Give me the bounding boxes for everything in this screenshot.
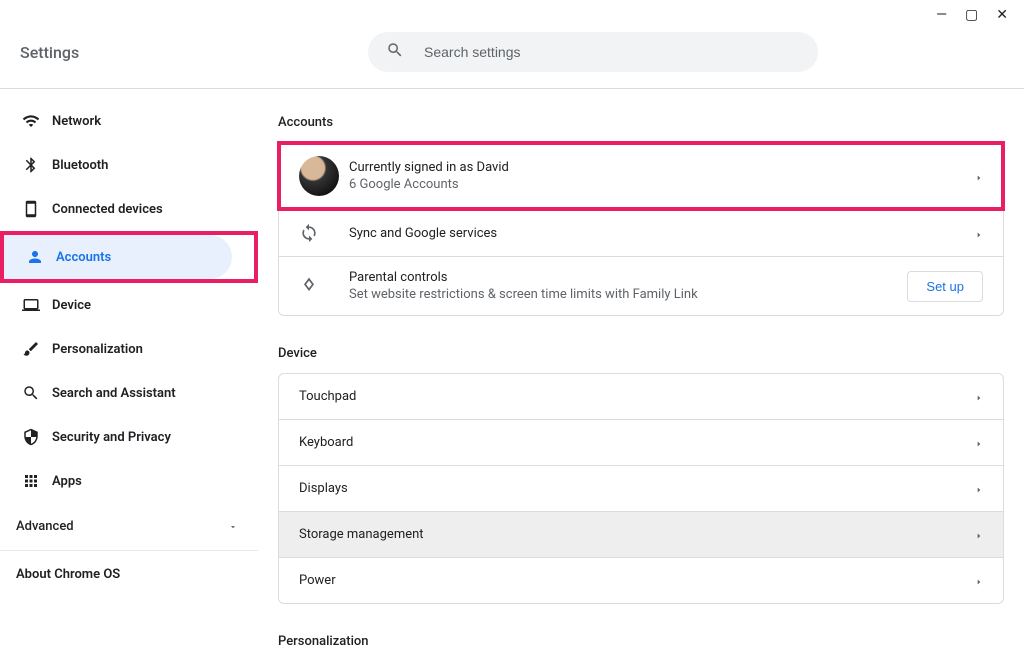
sidebar-item-personalization[interactable]: Personalization [0,327,232,371]
row-subtitle: Set website restrictions & screen time l… [349,287,897,302]
chevron-right-icon [975,479,983,498]
advanced-label: Advanced [16,519,74,534]
row-title: Sync and Google services [349,226,975,241]
search-bar[interactable] [368,32,818,72]
sidebar-item-search-assistant[interactable]: Search and Assistant [0,371,232,415]
chevron-right-icon [975,571,983,590]
sidebar-item-label: Network [52,114,101,129]
maximize-button[interactable]: ▢ [965,8,978,22]
sidebar-item-apps[interactable]: Apps [0,459,232,503]
row-parental-controls[interactable]: Parental controls Set website restrictio… [279,256,1003,315]
section-title-personalization: Personalization [278,634,1004,649]
bluetooth-icon [22,156,52,174]
devices-icon [22,200,52,218]
chevron-right-icon [975,525,983,544]
page-title: Settings [20,43,368,62]
sidebar-item-label: Apps [52,474,82,489]
sidebar-item-label: Security and Privacy [52,430,171,445]
sidebar-item-bluetooth[interactable]: Bluetooth [0,143,232,187]
chevron-right-icon [975,224,983,243]
sidebar-item-label: Device [52,298,91,313]
shield-icon [22,428,52,446]
window-controls: — ▢ ✕ [0,0,1024,22]
header: Settings [0,22,1024,89]
section-title-device: Device [278,346,1004,361]
sidebar-item-connected-devices[interactable]: Connected devices [0,187,232,231]
row-title: Parental controls [349,270,897,285]
chevron-right-icon [975,167,983,186]
accounts-card: Currently signed in as David 6 Google Ac… [278,142,1004,316]
row-touchpad[interactable]: Touchpad [279,374,1003,419]
row-title: Touchpad [299,389,975,404]
set-up-button[interactable]: Set up [907,271,983,302]
row-power[interactable]: Power [279,557,1003,603]
sidebar-item-security-privacy[interactable]: Security and Privacy [0,415,232,459]
accounts-highlight: Accounts [0,231,258,283]
sidebar-item-label: Search and Assistant [52,386,176,401]
main-content: Accounts Currently signed in as David 6 … [258,89,1024,661]
chevron-right-icon [975,387,983,406]
sidebar-item-label: Connected devices [52,202,163,217]
row-storage-management[interactable]: Storage management [279,511,1003,557]
sync-icon [299,223,349,243]
laptop-icon [22,296,52,314]
chevron-down-icon [228,517,238,536]
row-keyboard[interactable]: Keyboard [279,419,1003,465]
close-button[interactable]: ✕ [996,8,1008,22]
kite-icon [299,276,349,296]
sidebar-item-accounts[interactable]: Accounts [4,235,232,279]
sidebar-about[interactable]: About Chrome OS [0,551,258,598]
row-title: Power [299,573,975,588]
wifi-icon [22,112,52,130]
row-subtitle: 6 Google Accounts [349,177,975,192]
row-title: Displays [299,481,975,496]
row-current-account[interactable]: Currently signed in as David 6 Google Ac… [279,143,1003,209]
row-title: Keyboard [299,435,975,450]
row-displays[interactable]: Displays [279,465,1003,511]
search-icon [386,41,424,63]
row-title: Currently signed in as David [349,160,975,175]
row-sync-google-services[interactable]: Sync and Google services [279,209,1003,256]
apps-icon [22,472,52,490]
sidebar-advanced[interactable]: Advanced [0,503,258,551]
device-card: Touchpad Keyboard Displays Storage manag… [278,373,1004,604]
search-input[interactable] [424,44,800,60]
search-icon [22,384,52,402]
person-icon [26,248,56,266]
about-label: About Chrome OS [16,567,120,582]
row-title: Storage management [299,527,975,542]
sidebar-item-label: Accounts [56,250,111,265]
sidebar-item-label: Bluetooth [52,158,108,173]
sidebar-item-network[interactable]: Network [0,99,232,143]
avatar [299,156,339,196]
sidebar-item-device[interactable]: Device [0,283,232,327]
minimize-button[interactable]: — [936,8,947,22]
sidebar: Network Bluetooth Connected devices Acco… [0,89,258,661]
section-title-accounts: Accounts [278,115,1004,130]
chevron-right-icon [975,433,983,452]
brush-icon [22,340,52,358]
sidebar-item-label: Personalization [52,342,143,357]
